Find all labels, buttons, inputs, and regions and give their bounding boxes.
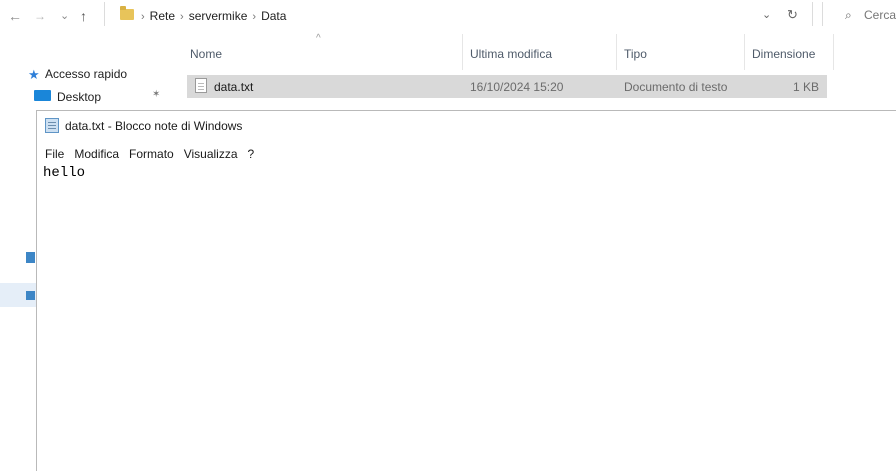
- menu-help[interactable]: ?: [248, 147, 255, 161]
- pin-icon[interactable]: ✶: [152, 89, 160, 100]
- column-header-modified[interactable]: Ultima modifica: [470, 47, 552, 61]
- breadcrumb-servermike[interactable]: servermike: [189, 9, 248, 23]
- desktop-icon: [34, 90, 51, 101]
- breadcrumb-data[interactable]: Data: [261, 9, 286, 23]
- search-input[interactable]: Cerca: [864, 7, 896, 23]
- menu-file[interactable]: File: [45, 147, 64, 161]
- network-icon: [26, 291, 35, 300]
- notepad-text-area[interactable]: hello: [43, 165, 85, 181]
- file-row[interactable]: data.txt 16/10/2024 15:20 Documento di t…: [187, 75, 827, 98]
- up-icon[interactable]: ↑: [80, 8, 87, 24]
- nav-quick-access[interactable]: Accesso rapido: [45, 67, 127, 81]
- column-header-name[interactable]: Nome: [190, 47, 222, 61]
- file-type: Documento di testo: [624, 80, 728, 94]
- back-icon[interactable]: ←: [8, 8, 22, 24]
- menu-formato[interactable]: Formato: [129, 147, 174, 161]
- sort-ascending-icon: ^: [316, 33, 321, 44]
- notepad-icon: [45, 118, 59, 133]
- menu-modifica[interactable]: Modifica: [74, 147, 119, 161]
- nav-desktop[interactable]: Desktop: [57, 90, 101, 104]
- refresh-icon[interactable]: ↻: [787, 7, 798, 23]
- menu-visualizza[interactable]: Visualizza: [184, 147, 238, 161]
- notepad-window: data.txt - Blocco note di Windows File Mo…: [36, 110, 896, 471]
- breadcrumb-rete[interactable]: Rete: [150, 9, 175, 23]
- file-size: 1 KB: [792, 80, 819, 94]
- forward-icon[interactable]: →: [34, 8, 46, 24]
- recent-locations-icon[interactable]: ⌄: [60, 8, 69, 24]
- file-modified: 16/10/2024 15:20: [470, 80, 564, 94]
- network-folder-icon: [120, 6, 134, 20]
- notepad-title: data.txt - Blocco note di Windows: [65, 119, 243, 133]
- file-name: data.txt: [214, 80, 254, 94]
- column-header-size[interactable]: Dimensione: [752, 47, 815, 61]
- search-icon: ⌕: [845, 8, 852, 22]
- text-file-icon: [195, 78, 207, 93]
- address-divider: [104, 2, 105, 26]
- address-dropdown-icon[interactable]: ⌄: [762, 7, 771, 23]
- notepad-menubar: File Modifica Formato Visualizza?: [45, 147, 264, 161]
- breadcrumb[interactable]: › Rete › servermike › Data: [136, 8, 286, 25]
- quick-access-star-icon: ★: [28, 67, 40, 82]
- column-header-type[interactable]: Tipo: [624, 47, 647, 61]
- pc-icon[interactable]: [26, 252, 35, 263]
